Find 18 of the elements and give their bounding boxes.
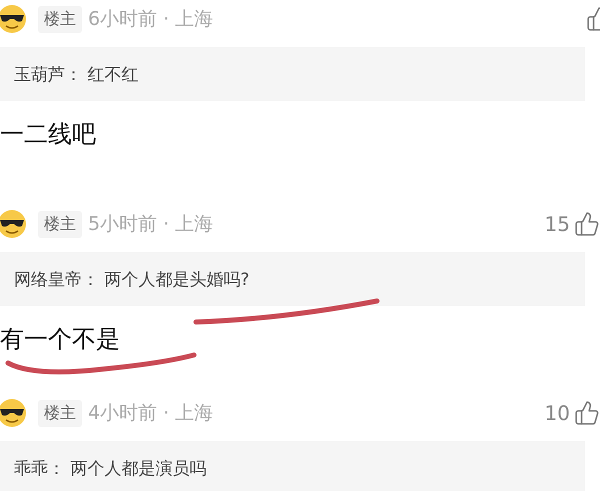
reply-text: 有一个不是 xyxy=(0,324,120,354)
sunglasses-emoji-icon xyxy=(0,209,28,239)
author-badge: 楼主 xyxy=(38,210,82,238)
author-badge: 楼主 xyxy=(38,400,82,426)
like-count: 15 xyxy=(544,212,570,236)
comment-time: 6小时前 · 上海 xyxy=(88,7,214,32)
quoted-comment: 玉葫芦： 红不红 xyxy=(0,47,585,101)
quoted-comment: 网络皇帝： 两个人都是头婚吗? xyxy=(0,252,585,306)
sunglasses-emoji-icon xyxy=(0,398,28,428)
author-badge: 楼主 xyxy=(38,6,82,32)
comment-time: 5小时前 · 上海 xyxy=(88,212,214,237)
reply-text: 一二线吧 xyxy=(0,119,96,149)
sunglasses-emoji-icon xyxy=(0,4,28,34)
like-icon[interactable] xyxy=(574,400,600,426)
like-count: 10 xyxy=(544,401,570,425)
comment-time: 4小时前 · 上海 xyxy=(88,401,214,426)
quoted-comment: 乖乖： 两个人都是演员吗 xyxy=(0,441,585,491)
like-icon[interactable] xyxy=(574,211,600,237)
